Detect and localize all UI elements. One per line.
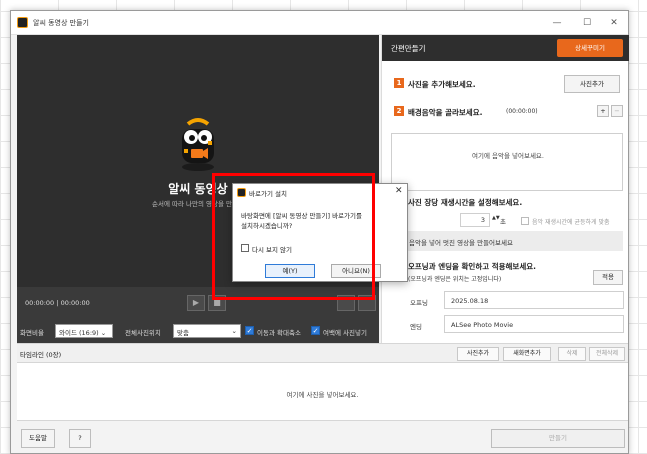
add-music-button[interactable]: +	[597, 105, 609, 117]
music-drop-area[interactable]: 여기에 음악을 넣어보세요.	[391, 133, 623, 191]
add-photo-button[interactable]: 사진추가	[564, 75, 620, 93]
current-time: 00:00:00	[25, 299, 55, 307]
close-button[interactable]: ✕	[603, 15, 625, 31]
fullscreen-icon[interactable]	[337, 295, 355, 311]
step4-note: (오프닝과 엔딩은 위치는 고정입니다)	[408, 276, 502, 283]
step3-label: 사진 장당 재생시간을 설정해보세요.	[408, 198, 523, 207]
dialog-app-icon	[237, 188, 246, 197]
step4-label: 오프닝과 엔딩을 확인하고 적용해보세요.	[408, 262, 536, 271]
right-panel: 간편만들기 상세꾸미기 1 사진을 추가해보세요. 사진추가 2 배경음악을 골…	[381, 35, 629, 343]
yes-button[interactable]: 예(Y)	[265, 264, 315, 278]
ending-label: 엔딩	[410, 323, 422, 331]
make-button[interactable]: 만들기	[491, 429, 625, 448]
dialog-message-line1: 바탕화면에 [알씨 동영상 만들기] 바로가기를	[241, 212, 362, 220]
footer-bar: 도움말 ? 만들기	[17, 424, 628, 453]
options-bar: 화면비율 와이드 (16:9) ⌄ 전체사진위치 맞춤 ⌄ ✓ 이동과 확대축소…	[17, 319, 379, 343]
timeline-drop-area[interactable]: 여기에 사진을 넣어보세요.	[17, 363, 628, 421]
position-value: 맞춤	[177, 329, 189, 337]
dialog-title: 바로가기 설치	[249, 190, 287, 198]
sync-music-checkbox[interactable]	[521, 217, 529, 225]
music-duration: (00:00:00)	[506, 108, 538, 115]
ratio-value: 와이드 (16:9)	[59, 329, 99, 337]
step1-number: 1	[394, 78, 404, 88]
ratio-dropdown-arrow-icon: ⌄	[100, 329, 107, 337]
music-hint: 여기에 음악을 넣어보세요.	[472, 152, 544, 160]
window-title: 알씨 동영상 만들기	[33, 19, 89, 27]
time-display: 00:00:00 | 00:00:00	[25, 299, 90, 307]
right-panel-header: 간편만들기 상세꾸미기	[382, 35, 629, 61]
timeline-hint: 여기에 사진을 넣어보세요.	[286, 391, 359, 399]
volume-icon[interactable]	[358, 295, 376, 311]
seconds-unit: 초	[500, 218, 506, 226]
dialog-message: 바탕화면에 [알씨 동영상 만들기] 바로가기를 설치하시겠습니까?	[241, 211, 407, 231]
time-separator: |	[56, 299, 59, 307]
position-select[interactable]: 맞춤 ⌄	[173, 324, 241, 338]
dont-ask-label: 다시 보지 않기	[252, 246, 293, 254]
total-time: 00:00:00	[60, 299, 90, 307]
timeline-label: 타임라인 (0장)	[20, 351, 62, 359]
music-tip-text: 시간 음악을 넣어 멋진 영상을 만들어보세요	[395, 239, 513, 247]
position-label: 전체사진위치	[125, 329, 161, 337]
step2-label: 배경음악을 골라보세요.	[408, 108, 483, 117]
position-dropdown-arrow-icon: ⌄	[231, 327, 237, 335]
add-blank-screen-button[interactable]: 새화면추가	[503, 347, 551, 361]
margin-photo-checkbox[interactable]: ✓	[311, 326, 320, 335]
dont-ask-checkbox[interactable]	[241, 244, 249, 252]
delete-all-button[interactable]: 전체삭제	[589, 347, 625, 361]
playback-bar: 00:00:00 | 00:00:00 ▶ ■	[17, 287, 379, 319]
seconds-input[interactable]: 3	[460, 213, 490, 227]
dialog-close-icon[interactable]: ✕	[395, 186, 403, 196]
shortcut-dialog: 바로가기 설치 ✕ 바탕화면에 [알씨 동영상 만들기] 바로가기를 설치하시겠…	[232, 183, 408, 282]
seconds-stepper[interactable]: ▲▼	[492, 215, 500, 221]
question-button[interactable]: ?	[69, 429, 91, 448]
minimize-button[interactable]: —	[546, 15, 568, 31]
delete-button[interactable]: 삭제	[558, 347, 586, 361]
apply-button[interactable]: 적용	[593, 270, 623, 285]
opening-label: 오프닝	[410, 299, 428, 307]
mascot-icon	[182, 118, 214, 171]
step1-label: 사진을 추가해보세요.	[408, 80, 476, 89]
help-button[interactable]: 도움말	[21, 429, 55, 448]
no-button[interactable]: 아니요(N)	[331, 264, 381, 278]
zoom-move-checkbox[interactable]: ✓	[245, 326, 254, 335]
ratio-select[interactable]: 와이드 (16:9) ⌄	[55, 324, 113, 338]
music-tip-row: 시간 음악을 넣어 멋진 영상을 만들어보세요	[391, 231, 623, 251]
margin-photo-label: 여백에 사진넣기	[323, 329, 367, 337]
detail-edit-button[interactable]: 상세꾸미기	[557, 39, 623, 57]
ratio-label: 화면비율	[20, 329, 44, 337]
stop-button[interactable]: ■	[208, 295, 226, 311]
remove-music-button[interactable]: −	[611, 105, 623, 117]
app-logo-icon	[17, 17, 28, 28]
dialog-message-line2: 설치하시겠습니까?	[241, 222, 293, 230]
maximize-button[interactable]: ☐	[576, 15, 598, 31]
zoom-move-label: 이동과 확대축소	[257, 329, 301, 337]
step2-number: 2	[394, 106, 404, 116]
sync-music-label: 음악 재생시간에 균등하게 맞춤	[532, 219, 610, 226]
play-button[interactable]: ▶	[187, 295, 205, 311]
timeline-add-photo-button[interactable]: 사진추가	[457, 347, 499, 361]
title-bar: 알씨 동영상 만들기 — ☐ ✕	[11, 11, 628, 35]
timeline-toolbar: 타임라인 (0장) 사진추가 새화면추가 삭제 전체삭제	[17, 343, 628, 363]
opening-field[interactable]: 2025.08.18	[444, 291, 624, 309]
easy-make-title: 간편만들기	[391, 44, 426, 53]
ending-field[interactable]: ALSee Photo Movie	[444, 315, 624, 333]
